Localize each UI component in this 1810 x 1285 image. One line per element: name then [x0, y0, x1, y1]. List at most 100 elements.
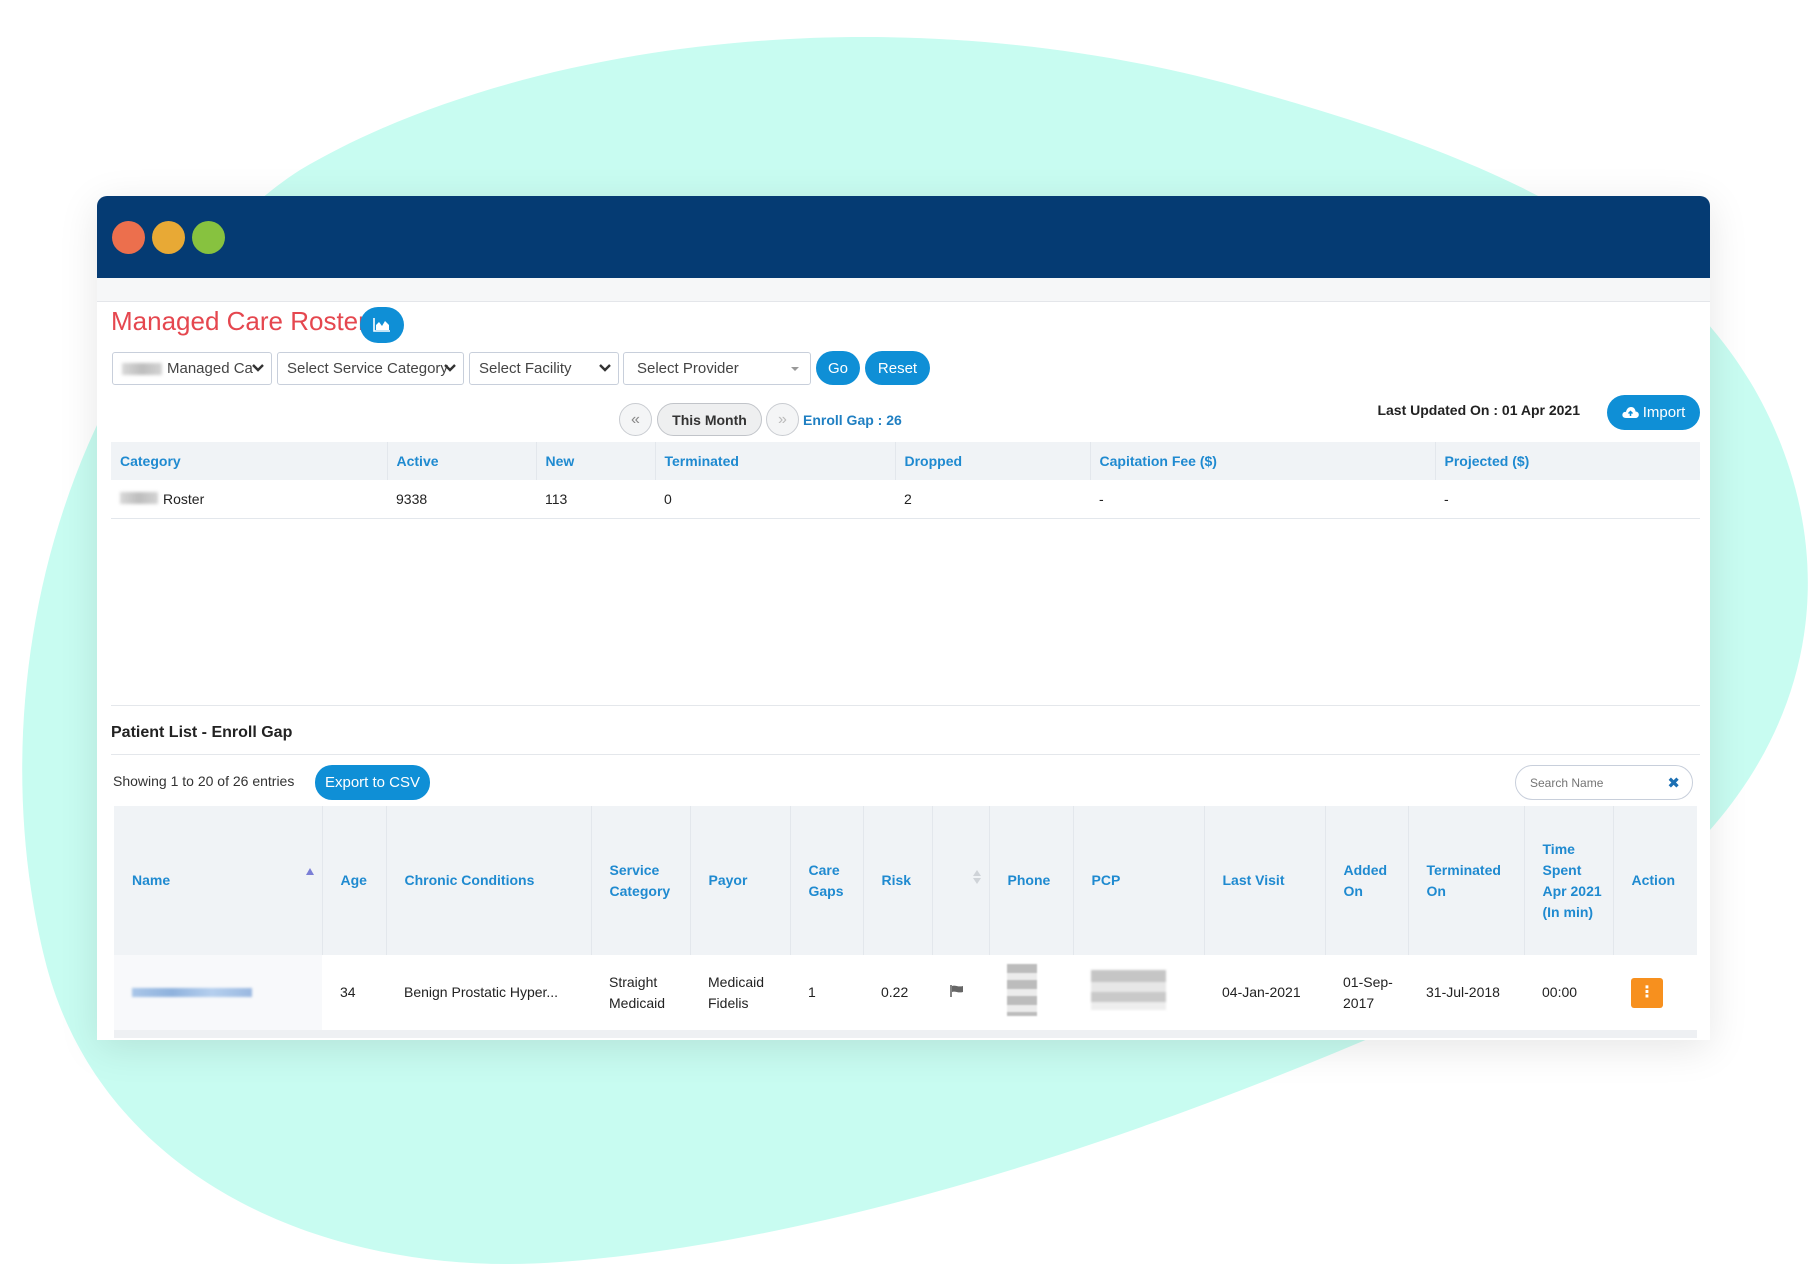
table-row: 34 Benign Prostatic Hyper... Straight Me… — [114, 955, 1697, 1038]
double-chevron-right-icon: » — [778, 410, 787, 428]
column-header-pcp[interactable]: PCP — [1073, 806, 1205, 955]
patient-name-cell[interactable] — [114, 955, 322, 1038]
active-cell[interactable]: 9338 — [387, 480, 536, 519]
column-header-category[interactable]: Category — [111, 442, 388, 480]
chart-view-button[interactable] — [360, 307, 404, 343]
column-header-risk[interactable]: Risk — [863, 806, 933, 955]
column-header-action: Action — [1613, 806, 1697, 955]
phone-cell — [989, 955, 1073, 1038]
added-on-cell: 01-Sep-2017 — [1325, 955, 1408, 1038]
provider-select[interactable]: Select Provider — [623, 352, 811, 385]
column-header-phone[interactable]: Phone — [989, 806, 1074, 955]
enroll-gap-link[interactable]: Enroll Gap : 26 — [803, 412, 902, 428]
export-csv-button[interactable]: Export to CSV — [315, 765, 430, 800]
maximize-window-button[interactable] — [192, 221, 225, 254]
sort-icon[interactable] — [972, 870, 981, 884]
column-header-active[interactable]: Active — [387, 442, 537, 480]
category-cell: Roster — [111, 480, 387, 519]
column-header-payor[interactable]: Payor — [690, 806, 791, 955]
page-title: Managed Care Roster — [111, 306, 367, 336]
age-cell: 34 — [322, 955, 386, 1038]
table-row: Roster 9338 113 0 2 - - — [111, 480, 1700, 519]
search-name-field[interactable]: ✖ — [1515, 765, 1693, 800]
column-header-dropped[interactable]: Dropped — [895, 442, 1091, 480]
patient-table: Name Age Chronic Conditions Service Cate… — [114, 806, 1697, 1038]
this-month-button[interactable]: This Month — [657, 403, 762, 436]
section-divider — [111, 705, 1700, 706]
flag-icon[interactable] — [950, 985, 964, 997]
risk-cell: 0.22 — [863, 955, 932, 1038]
area-chart-icon — [373, 318, 390, 332]
search-name-input[interactable] — [1528, 774, 1662, 791]
previous-period-button[interactable]: « — [619, 403, 652, 436]
category-value: Roster — [163, 491, 205, 507]
new-cell[interactable]: 113 — [536, 480, 655, 519]
column-header-added-on[interactable]: Added On — [1325, 806, 1409, 955]
column-header-capitation-fee[interactable]: Capitation Fee ($) — [1090, 442, 1436, 480]
toolbar-strip — [97, 278, 1710, 302]
app-window: Managed Care Roster Managed Ca Select Se… — [97, 196, 1710, 1040]
provider-select-value: Select Provider — [637, 360, 739, 377]
title-bar — [97, 196, 1710, 278]
service-category-select-value: Select Service Category — [287, 360, 448, 377]
facility-select[interactable]: Select Facility — [469, 352, 619, 385]
column-header-time-spent[interactable]: Time Spent Apr 2021 (In min) — [1524, 806, 1614, 955]
terminated-cell[interactable]: 0 — [655, 480, 895, 519]
patient-header-row: Name Age Chronic Conditions Service Cate… — [114, 806, 1697, 955]
column-header-name[interactable]: Name — [114, 806, 323, 955]
service-category-cell: Straight Medicaid — [591, 955, 690, 1038]
last-visit-cell: 04-Jan-2021 — [1204, 955, 1325, 1038]
column-header-new[interactable]: New — [536, 442, 656, 480]
column-header-terminated-on[interactable]: Terminated On — [1408, 806, 1525, 955]
go-button[interactable]: Go — [816, 351, 860, 385]
chevron-down-icon — [599, 364, 611, 372]
facility-select-value: Select Facility — [479, 360, 572, 377]
summary-table: Category Active New Terminated Dropped C… — [111, 442, 1700, 519]
column-header-age[interactable]: Age — [322, 806, 387, 955]
sort-ascending-icon[interactable] — [305, 868, 314, 875]
entries-count-text: Showing 1 to 20 of 26 entries — [113, 773, 295, 789]
flag-cell — [932, 955, 989, 1038]
chronic-conditions-cell: Benign Prostatic Hyper... — [386, 955, 591, 1038]
payor-cell: Medicaid Fidelis — [690, 955, 790, 1038]
redacted-text — [120, 492, 158, 504]
dropped-cell[interactable]: 2 — [895, 480, 1090, 519]
chevron-down-icon — [252, 364, 264, 372]
action-cell: ⋮ — [1613, 955, 1697, 1038]
redacted-text — [122, 362, 162, 375]
caret-down-icon — [791, 367, 799, 371]
clear-search-icon[interactable]: ✖ — [1667, 774, 1680, 792]
more-actions-button[interactable]: ⋮ — [1631, 977, 1663, 1008]
service-category-select[interactable]: Select Service Category — [277, 352, 464, 385]
double-chevron-left-icon: « — [631, 410, 640, 428]
column-header-terminated[interactable]: Terminated — [655, 442, 896, 480]
redacted-pcp — [1091, 969, 1166, 1010]
last-updated-text: Last Updated On : 01 Apr 2021 — [1377, 402, 1580, 418]
column-header-flag[interactable] — [932, 806, 990, 955]
plan-select-value: Managed Ca — [167, 360, 253, 377]
close-window-button[interactable] — [112, 221, 145, 254]
minimize-window-button[interactable] — [152, 221, 185, 254]
column-header-service-category[interactable]: Service Category — [591, 806, 691, 955]
plan-select[interactable]: Managed Ca — [112, 352, 272, 385]
care-gaps-cell[interactable]: 1 — [790, 955, 863, 1038]
import-label: Import — [1642, 404, 1686, 421]
column-header-last-visit[interactable]: Last Visit — [1204, 806, 1326, 955]
time-spent-cell: 00:00 — [1524, 955, 1613, 1038]
pcp-cell — [1073, 955, 1204, 1038]
import-button[interactable]: Import — [1607, 395, 1700, 430]
patient-name-link[interactable] — [132, 988, 252, 997]
column-header-chronic-conditions[interactable]: Chronic Conditions — [386, 806, 592, 955]
column-header-projected[interactable]: Projected ($) — [1435, 442, 1700, 480]
reset-button[interactable]: Reset — [865, 351, 930, 385]
summary-header-row: Category Active New Terminated Dropped C… — [111, 442, 1700, 480]
redacted-phone — [1007, 963, 1037, 1016]
cloud-upload-icon — [1622, 407, 1639, 418]
projected-cell: - — [1435, 480, 1700, 519]
patient-list-title: Patient List - Enroll Gap — [111, 724, 293, 741]
terminated-on-cell: 31-Jul-2018 — [1408, 955, 1524, 1038]
column-header-care-gaps[interactable]: Care Gaps — [790, 806, 864, 955]
chevron-down-icon — [444, 364, 456, 372]
capitation-fee-cell: - — [1090, 480, 1435, 519]
next-period-button[interactable]: » — [766, 403, 799, 436]
